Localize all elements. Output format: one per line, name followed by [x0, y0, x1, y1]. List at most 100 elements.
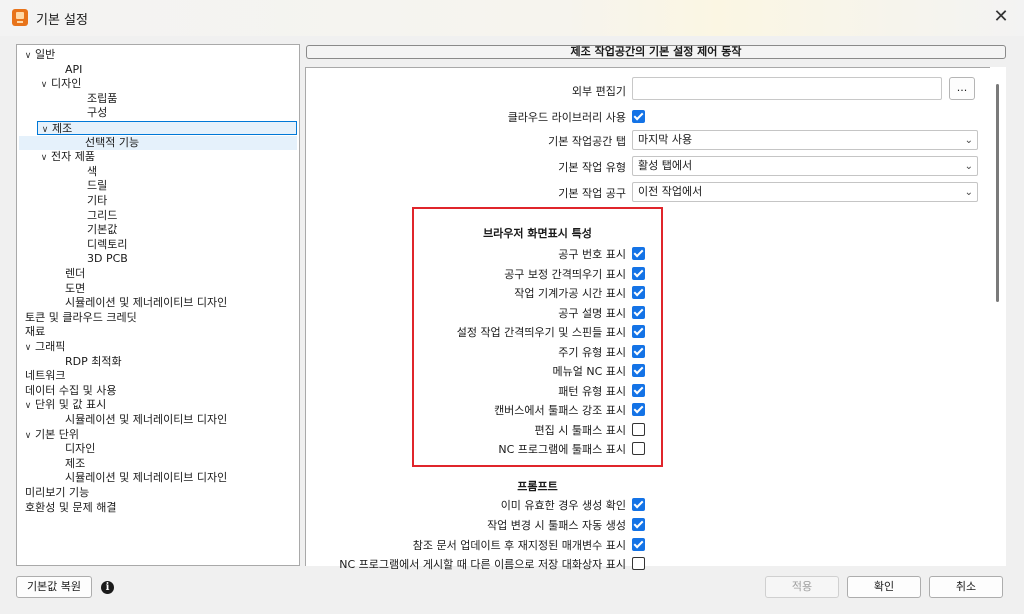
tree-item[interactable]: RDP 최적화	[61, 355, 122, 369]
tree-item-label: 렌더	[65, 267, 86, 280]
external-editor-input[interactable]	[632, 77, 942, 100]
tree-item-label: 전자 제품	[51, 150, 95, 164]
option-checkbox[interactable]	[632, 286, 645, 299]
tree-item[interactable]: 드릴	[83, 179, 107, 193]
chevron-down-icon[interactable]: ∨	[21, 49, 35, 63]
tree-item-label: 시뮬레이션 및 제너레이티브 디자인	[65, 296, 228, 310]
tree-item[interactable]: 구성	[83, 106, 107, 120]
option-checkbox[interactable]	[632, 344, 645, 358]
panel-header: 제조 작업공간의 기본 설정 제어 동작	[306, 45, 1006, 59]
option-label: 패턴 유형 표시	[558, 384, 626, 398]
option-checkbox[interactable]	[632, 498, 645, 511]
option-label: 참조 문서 업데이트 후 재지정된 매개변수 표시	[412, 538, 626, 552]
tree-item-label: 구성	[87, 106, 108, 120]
tree-item[interactable]: 시뮬레이션 및 제너레이티브 디자인	[61, 471, 227, 485]
tree-item-label: 디자인	[65, 442, 96, 456]
tree-item-label: 그리드	[87, 208, 118, 222]
chevron-down-icon[interactable]: ∨	[21, 429, 35, 443]
tree-item-label: 네트워크	[25, 369, 66, 383]
option-label: 메뉴얼 NC 표시	[552, 365, 626, 378]
chevron-down-icon[interactable]: ∨	[21, 341, 35, 355]
option-checkbox[interactable]	[632, 403, 645, 416]
tree-item-label: 그래픽	[35, 340, 66, 353]
tree-item-label: 도면	[65, 281, 86, 295]
cancel-button[interactable]: 취소	[929, 576, 1003, 598]
tree-item-label: RDP 최적화	[65, 354, 122, 368]
option-checkbox[interactable]	[632, 266, 645, 280]
close-button[interactable]: ✕	[990, 6, 1012, 28]
tree-item[interactable]: 호환성 및 문제 해결	[21, 501, 116, 515]
tree-item[interactable]: 선택적 기능	[19, 135, 297, 150]
preferences-tree[interactable]: ∨ 일반 API ∨ 디자인 조립품 구성 ∨ 제조 선택적 기능 ∨ 전자 제품 색 드릴 기타 그리드 기본…	[16, 44, 300, 566]
tree-item[interactable]: 데이터 수집 및 사용	[21, 384, 116, 398]
option-label: 작업 변경 시 툴패스 자동 생성	[487, 518, 626, 532]
tree-item[interactable]: ∨ 제조	[37, 121, 297, 135]
tree-item-label: 색	[87, 164, 98, 178]
option-checkbox[interactable]	[632, 247, 645, 260]
default-op-tool-select[interactable]: 이전 작업에서 ⌄	[632, 182, 978, 202]
tree-item[interactable]: 재료	[21, 325, 45, 339]
scrollbar-thumb[interactable]	[996, 84, 999, 302]
option-checkbox[interactable]	[632, 422, 645, 436]
tree-item[interactable]: 토큰 및 클라우드 크레딧	[21, 311, 137, 325]
tree-item[interactable]: 제조	[61, 457, 85, 471]
option-label: 편집 시 툴패스 표시	[534, 423, 626, 437]
tree-item[interactable]: 기본값	[83, 223, 117, 237]
tree-item[interactable]: ∨ 전자 제품	[37, 150, 95, 164]
option-label: 작업 기계가공 시간 표시	[514, 287, 626, 300]
tree-item[interactable]: 도면	[61, 282, 85, 296]
option-checkbox[interactable]	[632, 517, 645, 531]
browser-section-title: 브라우저 화면표시 특성	[483, 227, 592, 240]
tree-item[interactable]: 색	[83, 165, 97, 179]
tree-item[interactable]: 디자인	[61, 442, 95, 456]
tree-item-label: 미리보기 기능	[25, 486, 90, 499]
browse-button[interactable]: ...	[949, 77, 975, 100]
tree-item[interactable]: 그리드	[83, 209, 117, 223]
tree-item[interactable]: 미리보기 기능	[21, 486, 89, 500]
tree-item-label: 선택적 기능	[85, 135, 140, 149]
cloud-library-checkbox[interactable]	[632, 110, 645, 123]
option-checkbox[interactable]	[632, 383, 645, 397]
default-op-type-value: 활성 탭에서	[638, 159, 693, 172]
tree-item[interactable]: ∨ 단위 및 값 표시	[21, 398, 107, 413]
prompt-section-title: 프롬프트	[517, 480, 558, 493]
tree-item-label: 호환성 및 문제 해결	[25, 500, 117, 514]
option-checkbox[interactable]	[632, 364, 645, 377]
tree-item[interactable]: API	[61, 63, 82, 77]
option-checkbox[interactable]	[632, 325, 645, 338]
tree-item[interactable]: ∨ 일반	[21, 48, 56, 63]
chevron-down-icon[interactable]: ∨	[37, 151, 51, 165]
apply-button[interactable]: 적용	[765, 576, 839, 598]
option-checkbox[interactable]	[632, 537, 645, 551]
option-checkbox[interactable]	[632, 557, 645, 571]
tree-item[interactable]: ∨ 디자인	[37, 77, 82, 92]
chevron-down-icon[interactable]: ∨	[21, 399, 35, 413]
option-checkbox[interactable]	[632, 305, 645, 319]
tree-item-label: 디렉토리	[87, 237, 128, 251]
tree-item-label: 기타	[87, 194, 108, 207]
option-label: 공구 번호 표시	[558, 248, 626, 261]
default-tab-select[interactable]: 마지막 사용 ⌄	[632, 130, 978, 150]
tree-item[interactable]: ∨ 그래픽	[21, 340, 66, 355]
default-op-type-select[interactable]: 활성 탭에서 ⌄	[632, 156, 978, 176]
default-op-type-label: 기본 작업 유형	[558, 161, 626, 174]
tree-item[interactable]: 3D PCB	[83, 252, 128, 266]
tree-item[interactable]: 렌더	[61, 267, 85, 281]
tree-item[interactable]: 조립품	[83, 92, 117, 106]
tree-item[interactable]: 네트워크	[21, 369, 65, 383]
tree-item-label: 조립품	[87, 91, 118, 105]
tree-item[interactable]: 시뮬레이션 및 제너레이티브 디자인	[61, 413, 227, 427]
tree-item[interactable]: 기타	[83, 194, 107, 208]
tree-item[interactable]: 시뮬레이션 및 제너레이티브 디자인	[61, 296, 227, 310]
tree-item[interactable]: 디렉토리	[83, 238, 127, 252]
tree-item-label: 단위 및 값 표시	[35, 398, 107, 412]
ok-button[interactable]: 확인	[847, 576, 921, 598]
default-op-tool-value: 이전 작업에서	[638, 185, 703, 198]
chevron-down-icon[interactable]: ∨	[37, 78, 51, 92]
restore-defaults-button[interactable]: 기본값 복원	[16, 576, 92, 598]
chevron-down-icon: ⌄	[964, 161, 973, 172]
tree-item-label: 일반	[35, 48, 56, 61]
tree-item[interactable]: ∨ 기본 단위	[21, 428, 79, 442]
option-checkbox[interactable]	[632, 442, 645, 455]
info-icon[interactable]: i	[101, 581, 114, 594]
